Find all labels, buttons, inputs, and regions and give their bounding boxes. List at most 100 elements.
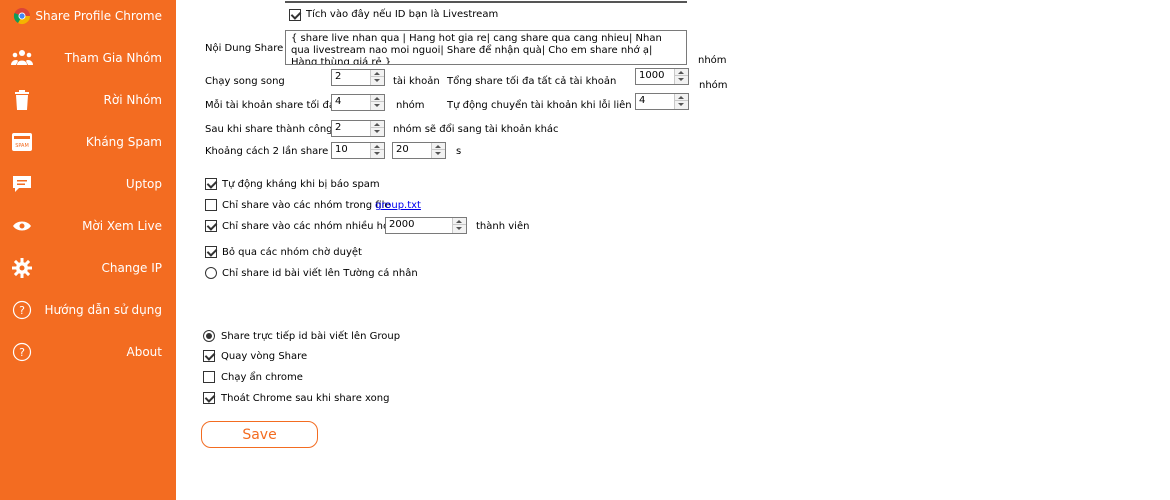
stepper-down-icon[interactable] bbox=[675, 76, 688, 83]
stepper-down-icon[interactable] bbox=[371, 150, 384, 157]
after-success-label: Sau khi share thành công bbox=[205, 124, 333, 135]
only-wall-label: Chỉ share id bài viết lên Tường cá nhân bbox=[222, 268, 418, 279]
only-more-stepper[interactable]: 2000 bbox=[385, 217, 467, 234]
top-divider bbox=[285, 1, 687, 3]
stepper-up-icon[interactable] bbox=[453, 218, 466, 225]
livestream-checkbox[interactable] bbox=[289, 9, 301, 21]
interval-min-stepper[interactable]: 10 bbox=[331, 142, 385, 159]
loop-share-checkbox[interactable] bbox=[203, 350, 215, 362]
stepper-down-icon[interactable] bbox=[371, 128, 384, 135]
total-value: 1000 bbox=[639, 70, 665, 81]
stepper-up-icon[interactable] bbox=[371, 121, 384, 128]
skip-pending-checkbox[interactable] bbox=[205, 246, 217, 258]
only-more-unit: thành viên bbox=[476, 221, 530, 232]
svg-text:?: ? bbox=[19, 346, 25, 359]
sidebar-item-share-profile-chrome[interactable]: Share Profile Chrome bbox=[0, 0, 176, 37]
help-icon: ? bbox=[11, 299, 33, 321]
group-icon bbox=[11, 47, 33, 69]
gear-icon bbox=[11, 257, 33, 279]
chrome-icon bbox=[11, 5, 33, 27]
per-account-value: 4 bbox=[335, 96, 342, 107]
only-wall-radio[interactable] bbox=[205, 267, 217, 279]
only-more-value: 2000 bbox=[389, 219, 415, 230]
trash-icon bbox=[11, 89, 33, 111]
sidebar-item-moi-xem-live[interactable]: Mời Xem Live bbox=[0, 205, 176, 247]
stepper-up-icon[interactable] bbox=[371, 143, 384, 150]
stepper-up-icon[interactable] bbox=[675, 94, 688, 101]
hidden-chrome-checkbox[interactable] bbox=[203, 371, 215, 383]
spam-icon: SPAM bbox=[11, 131, 33, 153]
parallel-stepper[interactable]: 2 bbox=[331, 69, 385, 86]
svg-text:SPAM: SPAM bbox=[15, 143, 29, 149]
svg-text:?: ? bbox=[19, 304, 25, 317]
total-stepper[interactable]: 1000 bbox=[635, 68, 689, 85]
sidebar-item-label: Rời Nhóm bbox=[103, 93, 162, 107]
share-direct-radio[interactable] bbox=[203, 330, 215, 342]
after-success-stepper[interactable]: 2 bbox=[331, 120, 385, 137]
chat-icon bbox=[11, 173, 33, 195]
auto-switch-stepper[interactable]: 4 bbox=[635, 93, 689, 110]
stepper-down-icon[interactable] bbox=[453, 225, 466, 232]
help-icon: ? bbox=[11, 341, 33, 363]
quit-chrome-checkbox[interactable] bbox=[203, 392, 215, 404]
sidebar-item-label: Hướng dẫn sử dụng bbox=[44, 303, 162, 317]
sidebar-item-huong-dan[interactable]: ? Hướng dẫn sử dụng bbox=[0, 289, 176, 331]
stepper-down-icon[interactable] bbox=[432, 150, 445, 157]
stepper-down-icon[interactable] bbox=[371, 77, 384, 84]
sidebar-item-label: Tham Gia Nhóm bbox=[64, 51, 162, 65]
content-textarea[interactable]: { share live nhan qua | Hang hot gia re|… bbox=[285, 30, 687, 65]
interval-unit: s bbox=[456, 146, 462, 157]
auto-spam-label: Tự động kháng khi bị báo spam bbox=[222, 179, 380, 190]
sidebar-item-change-ip[interactable]: Change IP bbox=[0, 247, 176, 289]
auto-switch-label: Tự động chuyển tài khoản khi lỗi liên tụ… bbox=[447, 100, 651, 111]
sidebar-item-roi-nhom[interactable]: Rời Nhóm bbox=[0, 79, 176, 121]
interval-min-value: 10 bbox=[335, 144, 348, 155]
parallel-value: 2 bbox=[335, 71, 342, 82]
save-button[interactable]: Save bbox=[201, 421, 318, 448]
sidebar-item-about[interactable]: ? About bbox=[0, 331, 176, 373]
interval-max-value: 20 bbox=[396, 144, 409, 155]
stepper-up-icon[interactable] bbox=[675, 69, 688, 76]
sidebar-item-label: Kháng Spam bbox=[85, 135, 162, 149]
only-more-label: Chỉ share vào các nhóm nhiều hơn bbox=[222, 221, 396, 232]
livestream-checkbox-label: Tích vào đây nếu ID bạn là Livestream bbox=[306, 9, 499, 20]
eye-icon bbox=[11, 215, 33, 237]
per-account-label: Mỗi tài khoản share tối đa bbox=[205, 100, 335, 111]
auto-switch-value: 4 bbox=[639, 95, 646, 106]
only-file-checkbox[interactable] bbox=[205, 199, 217, 211]
total-label: Tổng share tối đa tất cả tài khoản bbox=[447, 76, 617, 87]
sidebar-item-khang-spam[interactable]: SPAM Kháng Spam bbox=[0, 121, 176, 163]
only-more-checkbox[interactable] bbox=[205, 220, 217, 232]
interval-label: Khoảng cách 2 lần share bbox=[205, 146, 329, 157]
stepper-down-icon[interactable] bbox=[675, 101, 688, 108]
share-direct-label: Share trực tiếp id bài viết lên Group bbox=[221, 331, 401, 342]
sidebar: Share Profile Chrome Tham Gia Nhóm Rời N… bbox=[0, 0, 176, 500]
nhom-label: nhóm bbox=[698, 55, 727, 66]
auto-spam-checkbox[interactable] bbox=[205, 178, 217, 190]
per-account-unit: nhóm bbox=[396, 100, 425, 111]
sidebar-item-label: Change IP bbox=[101, 261, 162, 275]
sidebar-item-tham-gia-nhom[interactable]: Tham Gia Nhóm bbox=[0, 37, 176, 79]
hidden-chrome-label: Chạy ẩn chrome bbox=[221, 372, 303, 383]
group-file-link[interactable]: group.txt bbox=[375, 200, 421, 211]
loop-share-label: Quay vòng Share bbox=[221, 351, 308, 362]
stepper-down-icon[interactable] bbox=[371, 102, 384, 109]
interval-max-stepper[interactable]: 20 bbox=[392, 142, 446, 159]
total-unit: nhóm bbox=[699, 80, 728, 91]
stepper-up-icon[interactable] bbox=[371, 95, 384, 102]
stepper-up-icon[interactable] bbox=[432, 143, 445, 150]
content-label: Nội Dung Share bbox=[205, 43, 284, 54]
sidebar-item-label: Mời Xem Live bbox=[82, 219, 162, 233]
skip-pending-label: Bỏ qua các nhóm chờ duyệt bbox=[222, 247, 362, 258]
sidebar-item-uptop[interactable]: Uptop bbox=[0, 163, 176, 205]
quit-chrome-label: Thoát Chrome sau khi share xong bbox=[221, 393, 390, 404]
sidebar-item-label: Share Profile Chrome bbox=[35, 9, 162, 23]
stepper-up-icon[interactable] bbox=[371, 70, 384, 77]
per-account-stepper[interactable]: 4 bbox=[331, 94, 385, 111]
only-file-label: Chỉ share vào các nhóm trong file bbox=[222, 200, 391, 211]
after-success-unit: nhóm sẽ đổi sang tài khoản khác bbox=[393, 124, 559, 135]
parallel-unit: tài khoản bbox=[393, 76, 440, 87]
after-success-value: 2 bbox=[335, 122, 342, 133]
sidebar-item-label: About bbox=[126, 345, 162, 359]
sidebar-item-label: Uptop bbox=[125, 177, 162, 191]
